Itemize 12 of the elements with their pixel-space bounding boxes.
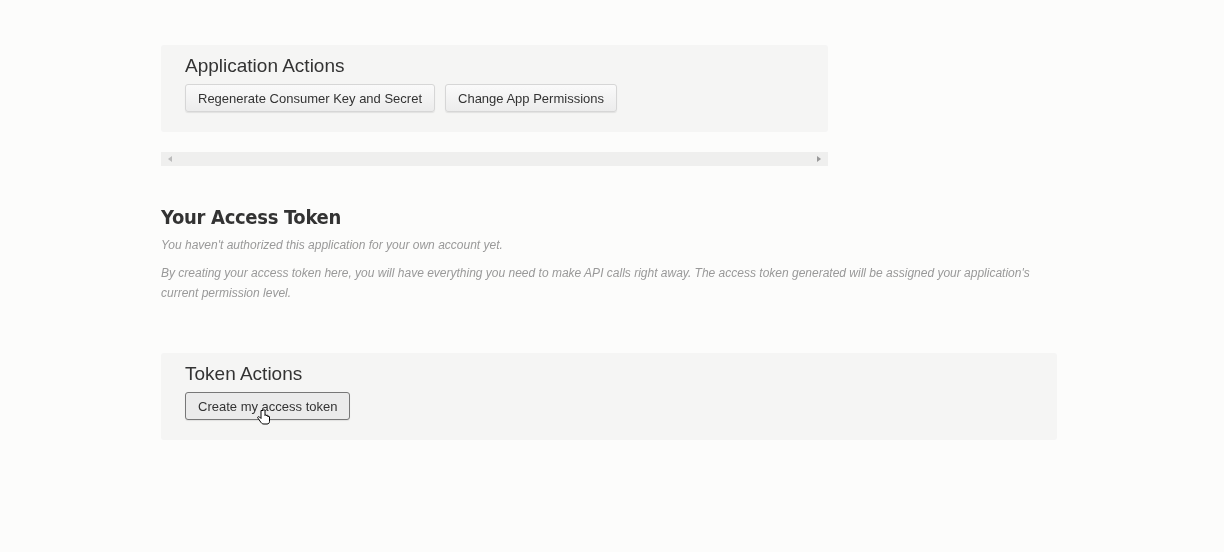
section-title: Application Actions	[185, 55, 346, 77]
scroll-right-icon[interactable]	[816, 155, 822, 163]
section-title: Token Actions	[185, 363, 304, 385]
horizontal-scrollbar[interactable]	[161, 152, 828, 166]
action-button[interactable]: Change App Permissions	[445, 84, 617, 112]
scroll-left-icon[interactable]	[167, 155, 173, 163]
info-text: By creating your access token here, you will have everything you need to make API calls right away. The access token generated will be assigned your application's current permission level.	[161, 265, 1031, 302]
section-heading: Your Access Token	[161, 205, 342, 229]
action-button[interactable]: Regenerate Consumer Key and Secret	[185, 84, 435, 112]
info-text: You haven't authorized this application for your own account yet.	[161, 237, 504, 254]
create-token-button[interactable]: Create my access token	[185, 392, 351, 420]
hand-cursor-icon	[257, 409, 271, 425]
